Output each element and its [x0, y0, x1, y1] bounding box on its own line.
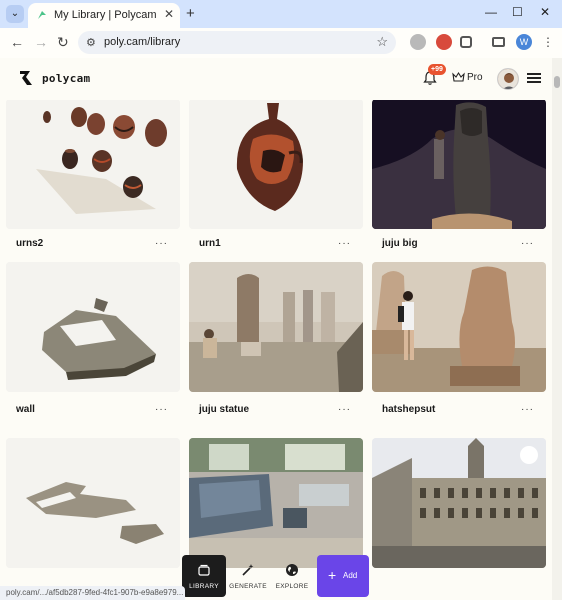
reload-icon[interactable]: ↻: [57, 34, 69, 51]
browser-tab[interactable]: My Library | Polycam ✕: [28, 3, 180, 28]
nav-library-label: LIBRARY: [189, 583, 219, 590]
bottom-navigation: LIBRARY GENERATE EXPLORE + Add: [182, 555, 370, 597]
globe-icon: [286, 564, 298, 576]
nav-explore-button[interactable]: EXPLORE: [270, 555, 314, 597]
model-name[interactable]: urn1: [199, 238, 221, 249]
model-thumbnail[interactable]: [6, 438, 180, 568]
model-name[interactable]: wall: [16, 404, 35, 415]
nav-explore-label: EXPLORE: [275, 583, 309, 590]
more-options-icon[interactable]: ···: [338, 238, 351, 249]
tab-title: My Library | Polycam: [54, 9, 157, 21]
model-thumbnail[interactable]: [372, 438, 546, 568]
crown-icon: [452, 71, 465, 82]
user-avatar[interactable]: [497, 68, 519, 90]
address-bar[interactable]: ⚙ poly.cam/library ☆: [78, 31, 396, 54]
more-options-icon[interactable]: ···: [338, 404, 351, 415]
hamburger-menu-icon[interactable]: [527, 73, 541, 83]
nav-generate-label: GENERATE: [229, 583, 267, 590]
library-icon: [198, 564, 210, 576]
extension-badge-icon[interactable]: [436, 34, 452, 50]
more-options-icon[interactable]: ···: [521, 404, 534, 415]
tab-close-icon[interactable]: ✕: [164, 7, 174, 21]
more-options-icon[interactable]: ···: [521, 238, 534, 249]
notification-count-badge: +99: [428, 64, 446, 75]
back-icon[interactable]: ←: [10, 34, 24, 50]
browser-menu-icon[interactable]: ⋮: [542, 35, 554, 49]
new-tab-icon[interactable]: +: [186, 5, 195, 22]
model-name[interactable]: urns2: [16, 238, 43, 249]
model-thumbnail[interactable]: [6, 99, 180, 229]
polycam-library-page: polycam +99 Pro urns2 ··· urn1 ··· juju …: [0, 58, 562, 600]
model-name[interactable]: juju big: [382, 238, 418, 249]
address-url[interactable]: poly.cam/library: [104, 36, 180, 48]
reading-list-icon[interactable]: [492, 37, 505, 47]
model-thumbnail[interactable]: [189, 99, 363, 229]
bookmark-star-icon[interactable]: ☆: [376, 34, 388, 50]
minimize-icon[interactable]: —: [485, 5, 497, 19]
extensions-puzzle-icon[interactable]: [460, 36, 472, 48]
profile-avatar[interactable]: W: [516, 34, 532, 50]
plus-icon: +: [328, 567, 337, 583]
site-settings-icon[interactable]: ⚙: [86, 36, 96, 49]
maximize-icon[interactable]: ☐: [512, 5, 523, 19]
app-header: polycam +99 Pro: [0, 58, 552, 100]
model-name[interactable]: hatshepsut: [382, 404, 435, 415]
model-thumbnail[interactable]: [189, 262, 363, 392]
nav-library-button[interactable]: LIBRARY: [182, 555, 226, 597]
polycam-logo-icon[interactable]: [18, 69, 34, 87]
brand-name[interactable]: polycam: [42, 72, 90, 85]
more-options-icon[interactable]: ···: [155, 404, 168, 415]
nav-generate-button[interactable]: GENERATE: [226, 555, 270, 597]
close-window-icon[interactable]: ✕: [540, 5, 550, 19]
model-thumbnail[interactable]: [372, 99, 546, 229]
cloud-icon: [520, 446, 538, 464]
scrollbar-thumb[interactable]: [554, 76, 560, 88]
forward-icon[interactable]: →: [34, 34, 48, 50]
model-thumbnail[interactable]: [372, 262, 546, 392]
page-scrollbar[interactable]: [552, 58, 562, 600]
more-options-icon[interactable]: ···: [155, 238, 168, 249]
model-thumbnail[interactable]: [189, 438, 363, 568]
polycam-favicon-icon: [38, 11, 46, 19]
tab-search-button[interactable]: ⌄: [6, 5, 24, 23]
model-thumbnail[interactable]: [6, 262, 180, 392]
extension-icon[interactable]: [410, 34, 426, 50]
magic-wand-icon: [242, 564, 254, 576]
add-button-label: Add: [343, 571, 358, 580]
browser-tab-bar: ⌄ My Library | Polycam ✕ + — ☐ ✕: [0, 0, 562, 28]
add-button[interactable]: + Add: [317, 555, 369, 597]
browser-toolbar: ← → ↻ ⚙ poly.cam/library ☆ W ⋮: [0, 28, 562, 58]
status-bar-url: poly.cam/.../af5db287-9fed-4fc1-907b-e9a…: [0, 586, 185, 600]
pro-upgrade-link[interactable]: Pro: [467, 72, 483, 83]
model-name[interactable]: juju statue: [199, 404, 249, 415]
